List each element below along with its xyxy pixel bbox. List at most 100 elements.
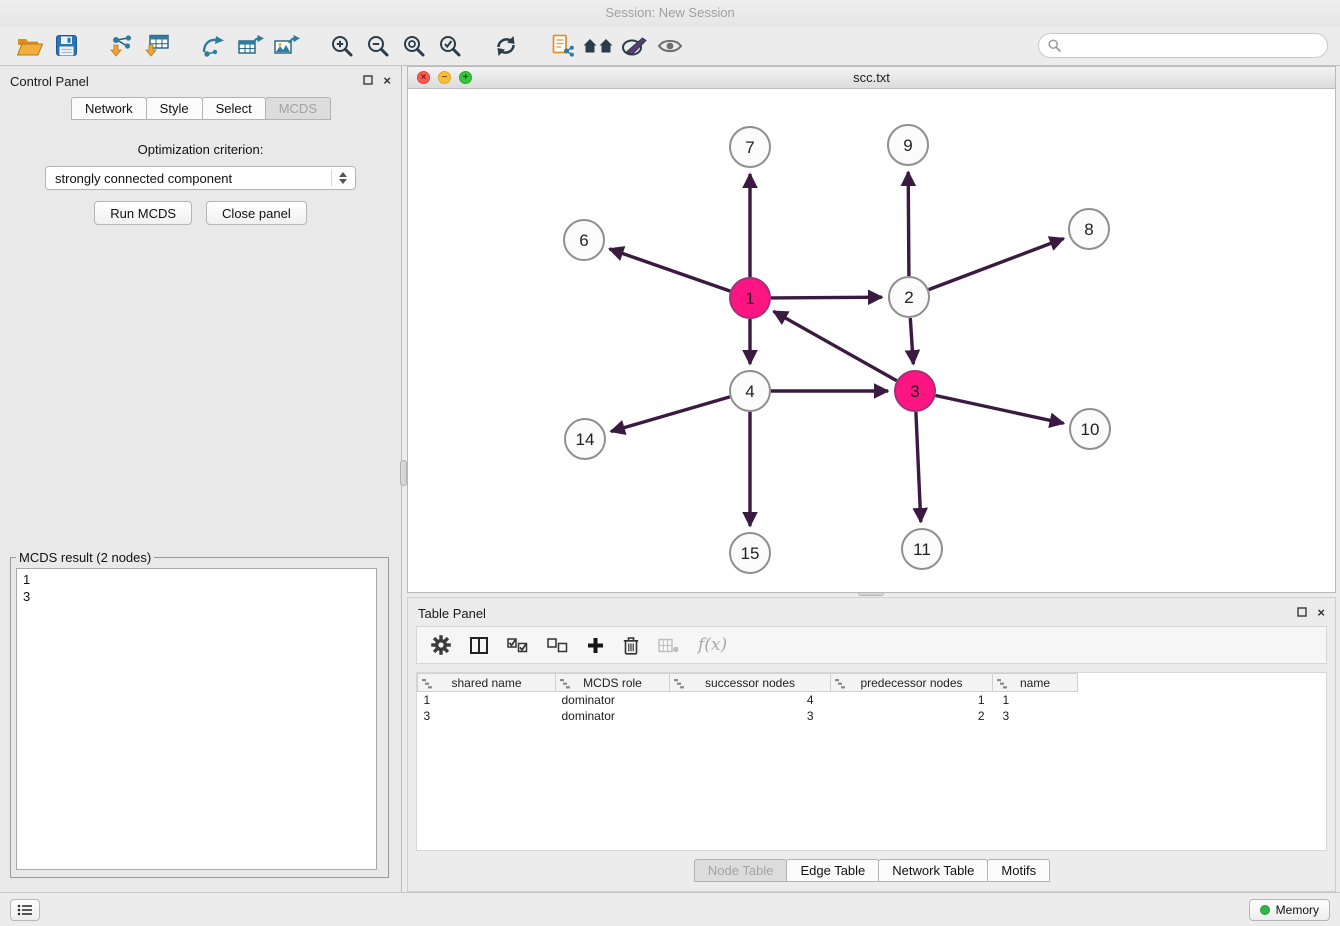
column-header-mcds-role[interactable]: MCDS role (556, 674, 670, 692)
style-tool-button[interactable] (616, 30, 652, 62)
close-window-button[interactable]: × (417, 71, 430, 84)
tab-motifs[interactable]: Motifs (987, 859, 1050, 882)
node-15[interactable]: 15 (730, 533, 770, 573)
node-9[interactable]: 9 (888, 125, 928, 165)
show-column-button[interactable] (470, 637, 488, 654)
memory-button[interactable]: Memory (1249, 899, 1330, 921)
column-header-name[interactable]: name (993, 674, 1078, 692)
save-session-button[interactable] (48, 30, 84, 62)
search-input[interactable] (1067, 38, 1318, 53)
column-header-successor-nodes[interactable]: successor nodes (670, 674, 831, 692)
open-session-button[interactable] (12, 30, 48, 62)
export-table-button[interactable] (232, 30, 268, 62)
zoom-fit-button[interactable] (396, 30, 432, 62)
ui-settings-button[interactable] (10, 899, 40, 921)
table-export-icon (237, 35, 264, 57)
network-window: × − + scc.txt 7 9 6 8 1 2 4 3 14 10 15 11 (407, 66, 1336, 593)
edge-3-11[interactable] (916, 412, 921, 522)
deselect-all-rows-button[interactable] (547, 638, 568, 653)
node-7[interactable]: 7 (730, 127, 770, 167)
edge-3-1[interactable] (774, 311, 897, 380)
edge-1-2[interactable] (771, 297, 882, 298)
search-icon (1048, 39, 1061, 52)
column-header-shared-name[interactable]: shared name (418, 674, 556, 692)
edge-2-9[interactable] (908, 172, 909, 276)
node-11[interactable]: 11 (902, 529, 942, 569)
app-window: Session: New Session (0, 0, 1340, 926)
column-header-predecessor-nodes[interactable]: predecessor nodes (831, 674, 993, 692)
control-panel: Control Panel × Network Style Select MCD… (0, 66, 402, 892)
show-hide-button[interactable] (652, 30, 688, 62)
import-table-button[interactable] (140, 30, 176, 62)
tab-edge-table[interactable]: Edge Table (786, 859, 879, 882)
node-8[interactable]: 8 (1069, 209, 1109, 249)
optimization-criterion-label: Optimization criterion: (0, 142, 401, 157)
node-label: 15 (741, 544, 760, 563)
search-box[interactable] (1038, 33, 1328, 58)
delete-row-button[interactable] (623, 636, 639, 655)
node-3[interactable]: 3 (895, 371, 935, 411)
run-mcds-button[interactable]: Run MCDS (94, 201, 192, 225)
criterion-select[interactable]: strongly connected component (45, 166, 356, 190)
control-panel-title: Control Panel (10, 74, 89, 89)
table-row[interactable]: 3 dominator 3 2 3 (418, 708, 1078, 724)
network-from-clipboard-button[interactable] (544, 30, 580, 62)
float-control-panel-button[interactable] (363, 75, 373, 87)
edge-2-8[interactable] (929, 239, 1064, 290)
eye-icon (657, 37, 683, 55)
minimize-window-button[interactable]: − (438, 71, 451, 84)
edge-4-14[interactable] (611, 397, 730, 432)
node-label: 6 (579, 231, 588, 250)
vertical-splitter-handle[interactable] (400, 460, 407, 486)
node-14[interactable]: 14 (565, 419, 605, 459)
node-1[interactable]: 1 (730, 278, 770, 318)
table-row[interactable]: 1 dominator 4 1 1 (418, 692, 1078, 708)
edge-1-6[interactable] (610, 249, 731, 291)
float-window-icon (363, 75, 373, 85)
network-canvas[interactable]: 7 9 6 8 1 2 4 3 14 10 15 11 (408, 89, 1335, 592)
zoom-out-button[interactable] (360, 30, 396, 62)
new-network-button[interactable] (196, 30, 232, 62)
style-brush-icon (621, 36, 648, 56)
node-label: 2 (904, 288, 913, 307)
node-10[interactable]: 10 (1070, 409, 1110, 449)
tab-node-table[interactable]: Node Table (694, 859, 788, 882)
mcds-result-title: MCDS result (2 nodes) (16, 550, 154, 565)
network-window-titlebar[interactable]: × − + scc.txt (408, 67, 1335, 89)
edge-2-3[interactable] (910, 318, 913, 364)
select-all-rows-button[interactable] (507, 638, 528, 653)
mcds-result-list[interactable]: 1 3 (16, 568, 377, 870)
zoom-selected-button[interactable] (432, 30, 468, 62)
zoom-window-button[interactable]: + (459, 71, 472, 84)
close-control-panel-button[interactable]: × (383, 75, 391, 87)
export-image-button[interactable] (268, 30, 304, 62)
table-settings-button[interactable] (431, 635, 451, 655)
image-export-icon (273, 35, 300, 57)
zoom-in-button[interactable] (324, 30, 360, 62)
open-folder-icon (17, 36, 43, 56)
table-panel-title: Table Panel (418, 606, 486, 621)
tab-select[interactable]: Select (202, 97, 266, 120)
close-table-panel-button[interactable]: × (1317, 607, 1325, 619)
tab-network[interactable]: Network (71, 97, 147, 120)
tab-network-table[interactable]: Network Table (878, 859, 988, 882)
list-icon (17, 904, 33, 916)
zoom-fit-icon (402, 34, 426, 58)
cell-name: 1 (993, 692, 1078, 708)
edge-3-10[interactable] (936, 396, 1064, 424)
first-neighbors-button[interactable] (580, 30, 616, 62)
main-toolbar (0, 26, 1340, 66)
float-table-panel-button[interactable] (1297, 607, 1307, 619)
node-4[interactable]: 4 (730, 371, 770, 411)
cell-successor-nodes: 4 (670, 692, 831, 708)
node-table-grid: shared name MCDS role successor nodes (417, 673, 1078, 724)
tab-mcds[interactable]: MCDS (265, 97, 331, 120)
import-network-button[interactable] (104, 30, 140, 62)
refresh-button[interactable] (488, 30, 524, 62)
create-column-button[interactable] (587, 637, 604, 654)
node-label: 4 (745, 382, 754, 401)
close-mcds-panel-button[interactable]: Close panel (206, 201, 307, 225)
node-2[interactable]: 2 (889, 277, 929, 317)
node-6[interactable]: 6 (564, 220, 604, 260)
tab-style[interactable]: Style (146, 97, 203, 120)
